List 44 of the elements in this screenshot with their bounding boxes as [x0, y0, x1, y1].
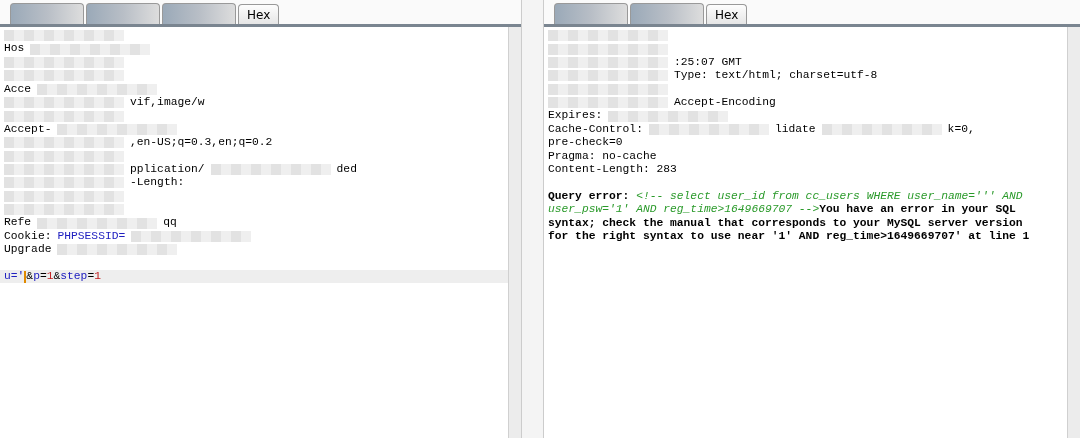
code-text: Pragma: no-cache: [548, 149, 657, 163]
error-message: Query error: <!-- select user_id from cc_users WHERE user_name=''' AND user_psw='1' AND reg_time>1649669707 -->You have an error in your SQL syntax; check the manual that corresponds to your MySQL server version for the right syntax to use near '1' AND reg_time>1649669707' at line 1: [548, 189, 1031, 244]
code-text: =: [39, 270, 47, 284]
scrollbar[interactable]: [508, 27, 522, 438]
code-text: Accept-: [4, 122, 52, 137]
tab[interactable]: Hex: [238, 4, 280, 24]
code-text: :25:07 GMT: [674, 55, 742, 70]
code-text: Expires:: [548, 109, 603, 123]
code-text: Hos: [4, 42, 25, 56]
obscured-tab[interactable]: [630, 3, 704, 24]
code-text: &: [53, 270, 61, 284]
code-text: PHPSESSID=: [57, 229, 126, 244]
code-text: &: [26, 270, 34, 284]
code-text: Accept-Encoding: [674, 95, 776, 110]
code-text: =: [87, 270, 95, 284]
code-text: p: [33, 270, 40, 284]
code-text: pre-check=0: [548, 136, 623, 150]
code-text: Acce: [4, 82, 32, 96]
code-text: k=0,: [947, 122, 975, 137]
splitter[interactable]: [521, 0, 544, 438]
code-text: step: [60, 270, 88, 284]
code-text: Type: text/html; charset=utf-8: [674, 69, 878, 83]
obscured-tab[interactable]: [554, 3, 628, 24]
obscured-tab[interactable]: [10, 3, 84, 24]
code-text: Content-Length: 283: [548, 162, 677, 177]
code-text: qq: [163, 216, 177, 230]
scrollbar[interactable]: [1067, 27, 1080, 438]
tab[interactable]: Hex: [706, 4, 748, 24]
code-text: 1: [46, 270, 54, 284]
code-text: -Length:: [130, 176, 185, 190]
code-text: vif,image/w: [130, 95, 205, 110]
code-text: ded: [336, 162, 357, 177]
code-text: Refe: [4, 216, 32, 230]
obscured-tab[interactable]: [162, 3, 236, 24]
code-text: Cache-Control:: [548, 122, 643, 137]
code-text: u=': [4, 270, 25, 284]
obscured-tab[interactable]: [86, 3, 160, 24]
code-text: Upgrade: [4, 243, 52, 257]
code-text: lidate: [774, 122, 816, 137]
text-cursor: [24, 270, 27, 283]
code-text: 1: [94, 270, 101, 284]
code-text: ,en-US;q=0.3,en;q=0.2: [130, 136, 273, 150]
code-text: Cookie:: [4, 229, 52, 244]
code-text: pplication/: [130, 162, 205, 177]
